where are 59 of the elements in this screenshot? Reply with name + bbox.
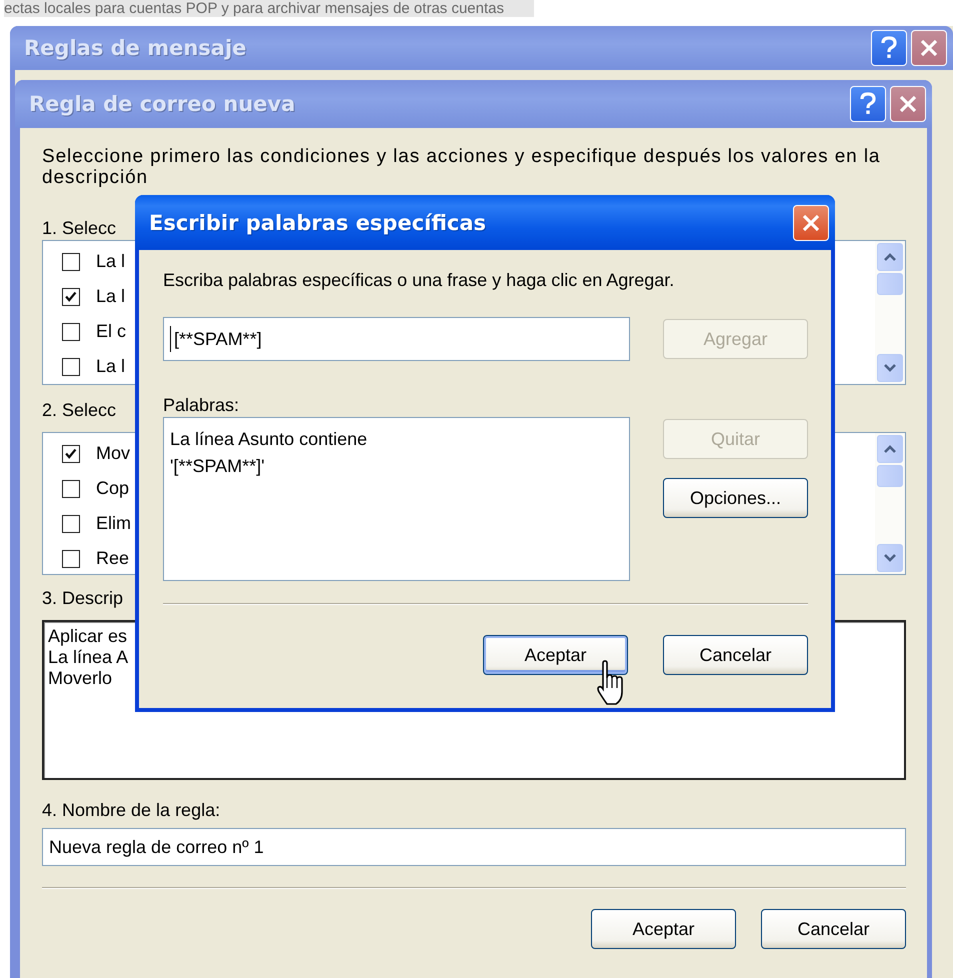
checkbox[interactable] bbox=[62, 444, 80, 462]
help-button[interactable] bbox=[871, 30, 907, 66]
list-item[interactable]: El c bbox=[96, 321, 126, 342]
scroll-thumb[interactable] bbox=[877, 465, 903, 487]
hand-cursor-icon bbox=[596, 660, 626, 706]
cancel-button[interactable]: Cancelar bbox=[761, 909, 906, 949]
close-button[interactable] bbox=[911, 30, 947, 66]
scroll-thumb[interactable] bbox=[877, 273, 903, 295]
close-icon bbox=[898, 94, 918, 114]
close-icon bbox=[801, 212, 821, 232]
description-line: Moverlo bbox=[48, 668, 112, 689]
list-item[interactable]: Elim bbox=[96, 513, 131, 534]
instruction-text: Escriba palabras específicas o una frase y haga clic en Agregar. bbox=[163, 270, 674, 290]
list-item[interactable]: Ree bbox=[96, 548, 130, 569]
checkbox[interactable] bbox=[62, 288, 80, 306]
cancel-button[interactable]: Cancelar bbox=[663, 635, 808, 675]
checkbox[interactable] bbox=[62, 480, 80, 498]
scroll-up-button[interactable] bbox=[877, 435, 903, 463]
checkbox[interactable] bbox=[62, 358, 80, 376]
list-item[interactable]: La l bbox=[96, 286, 126, 307]
ok-button[interactable]: Aceptar bbox=[591, 909, 736, 949]
word-input-field[interactable]: [**SPAM**] bbox=[163, 317, 630, 361]
scroll-bar[interactable] bbox=[875, 433, 905, 574]
checkbox[interactable] bbox=[62, 550, 80, 568]
section-label: 2. Selecc bbox=[42, 400, 116, 420]
words-list-box[interactable]: La línea Asunto contiene '[**SPAM**]' bbox=[163, 417, 630, 581]
instruction-text: Seleccione primero las condiciones y las acciones y especifique después los valores en la descripción bbox=[42, 146, 882, 188]
rule-name-field[interactable]: Nueva regla de correo nº 1 bbox=[42, 828, 906, 866]
list-item[interactable]: Mov bbox=[96, 443, 130, 464]
checkbox[interactable] bbox=[62, 514, 80, 532]
window-title: Escribir palabras específicas bbox=[149, 210, 488, 234]
scroll-down-button[interactable] bbox=[877, 544, 903, 572]
scroll-up-button[interactable] bbox=[877, 243, 903, 271]
list-item-text: '[**SPAM**]' bbox=[170, 455, 265, 478]
checkbox[interactable] bbox=[62, 322, 80, 340]
help-button[interactable] bbox=[850, 86, 886, 122]
background-text: ectas locales para cuentas POP y para archivar mensajes de otras cuentas bbox=[4, 0, 534, 17]
section-label: 1. Selecc bbox=[42, 218, 116, 238]
question-mark-icon bbox=[859, 92, 877, 116]
list-item[interactable]: La l bbox=[96, 251, 126, 272]
section-label: 4. Nombre de la regla: bbox=[42, 800, 220, 820]
description-line: Aplicar es bbox=[48, 626, 128, 647]
close-button[interactable] bbox=[793, 204, 829, 240]
list-item[interactable]: La l bbox=[96, 356, 126, 377]
list-item-text: La línea Asunto contiene bbox=[170, 428, 368, 451]
field-label: Palabras: bbox=[163, 395, 240, 415]
scroll-down-button[interactable] bbox=[877, 354, 903, 382]
description-line: La línea A bbox=[48, 647, 128, 668]
checkbox[interactable] bbox=[62, 252, 80, 270]
options-button[interactable]: Opciones... bbox=[663, 478, 808, 518]
section-label: 3. Descrip bbox=[42, 588, 124, 608]
close-icon bbox=[919, 38, 939, 58]
list-item[interactable]: Cop bbox=[96, 478, 130, 499]
window-title: Reglas de mensaje bbox=[24, 36, 248, 60]
close-button[interactable] bbox=[890, 86, 926, 122]
window-title: Regla de correo nueva bbox=[29, 92, 296, 116]
question-mark-icon bbox=[880, 36, 898, 60]
scroll-bar[interactable] bbox=[875, 241, 905, 384]
ok-button[interactable]: Aceptar bbox=[483, 635, 628, 675]
